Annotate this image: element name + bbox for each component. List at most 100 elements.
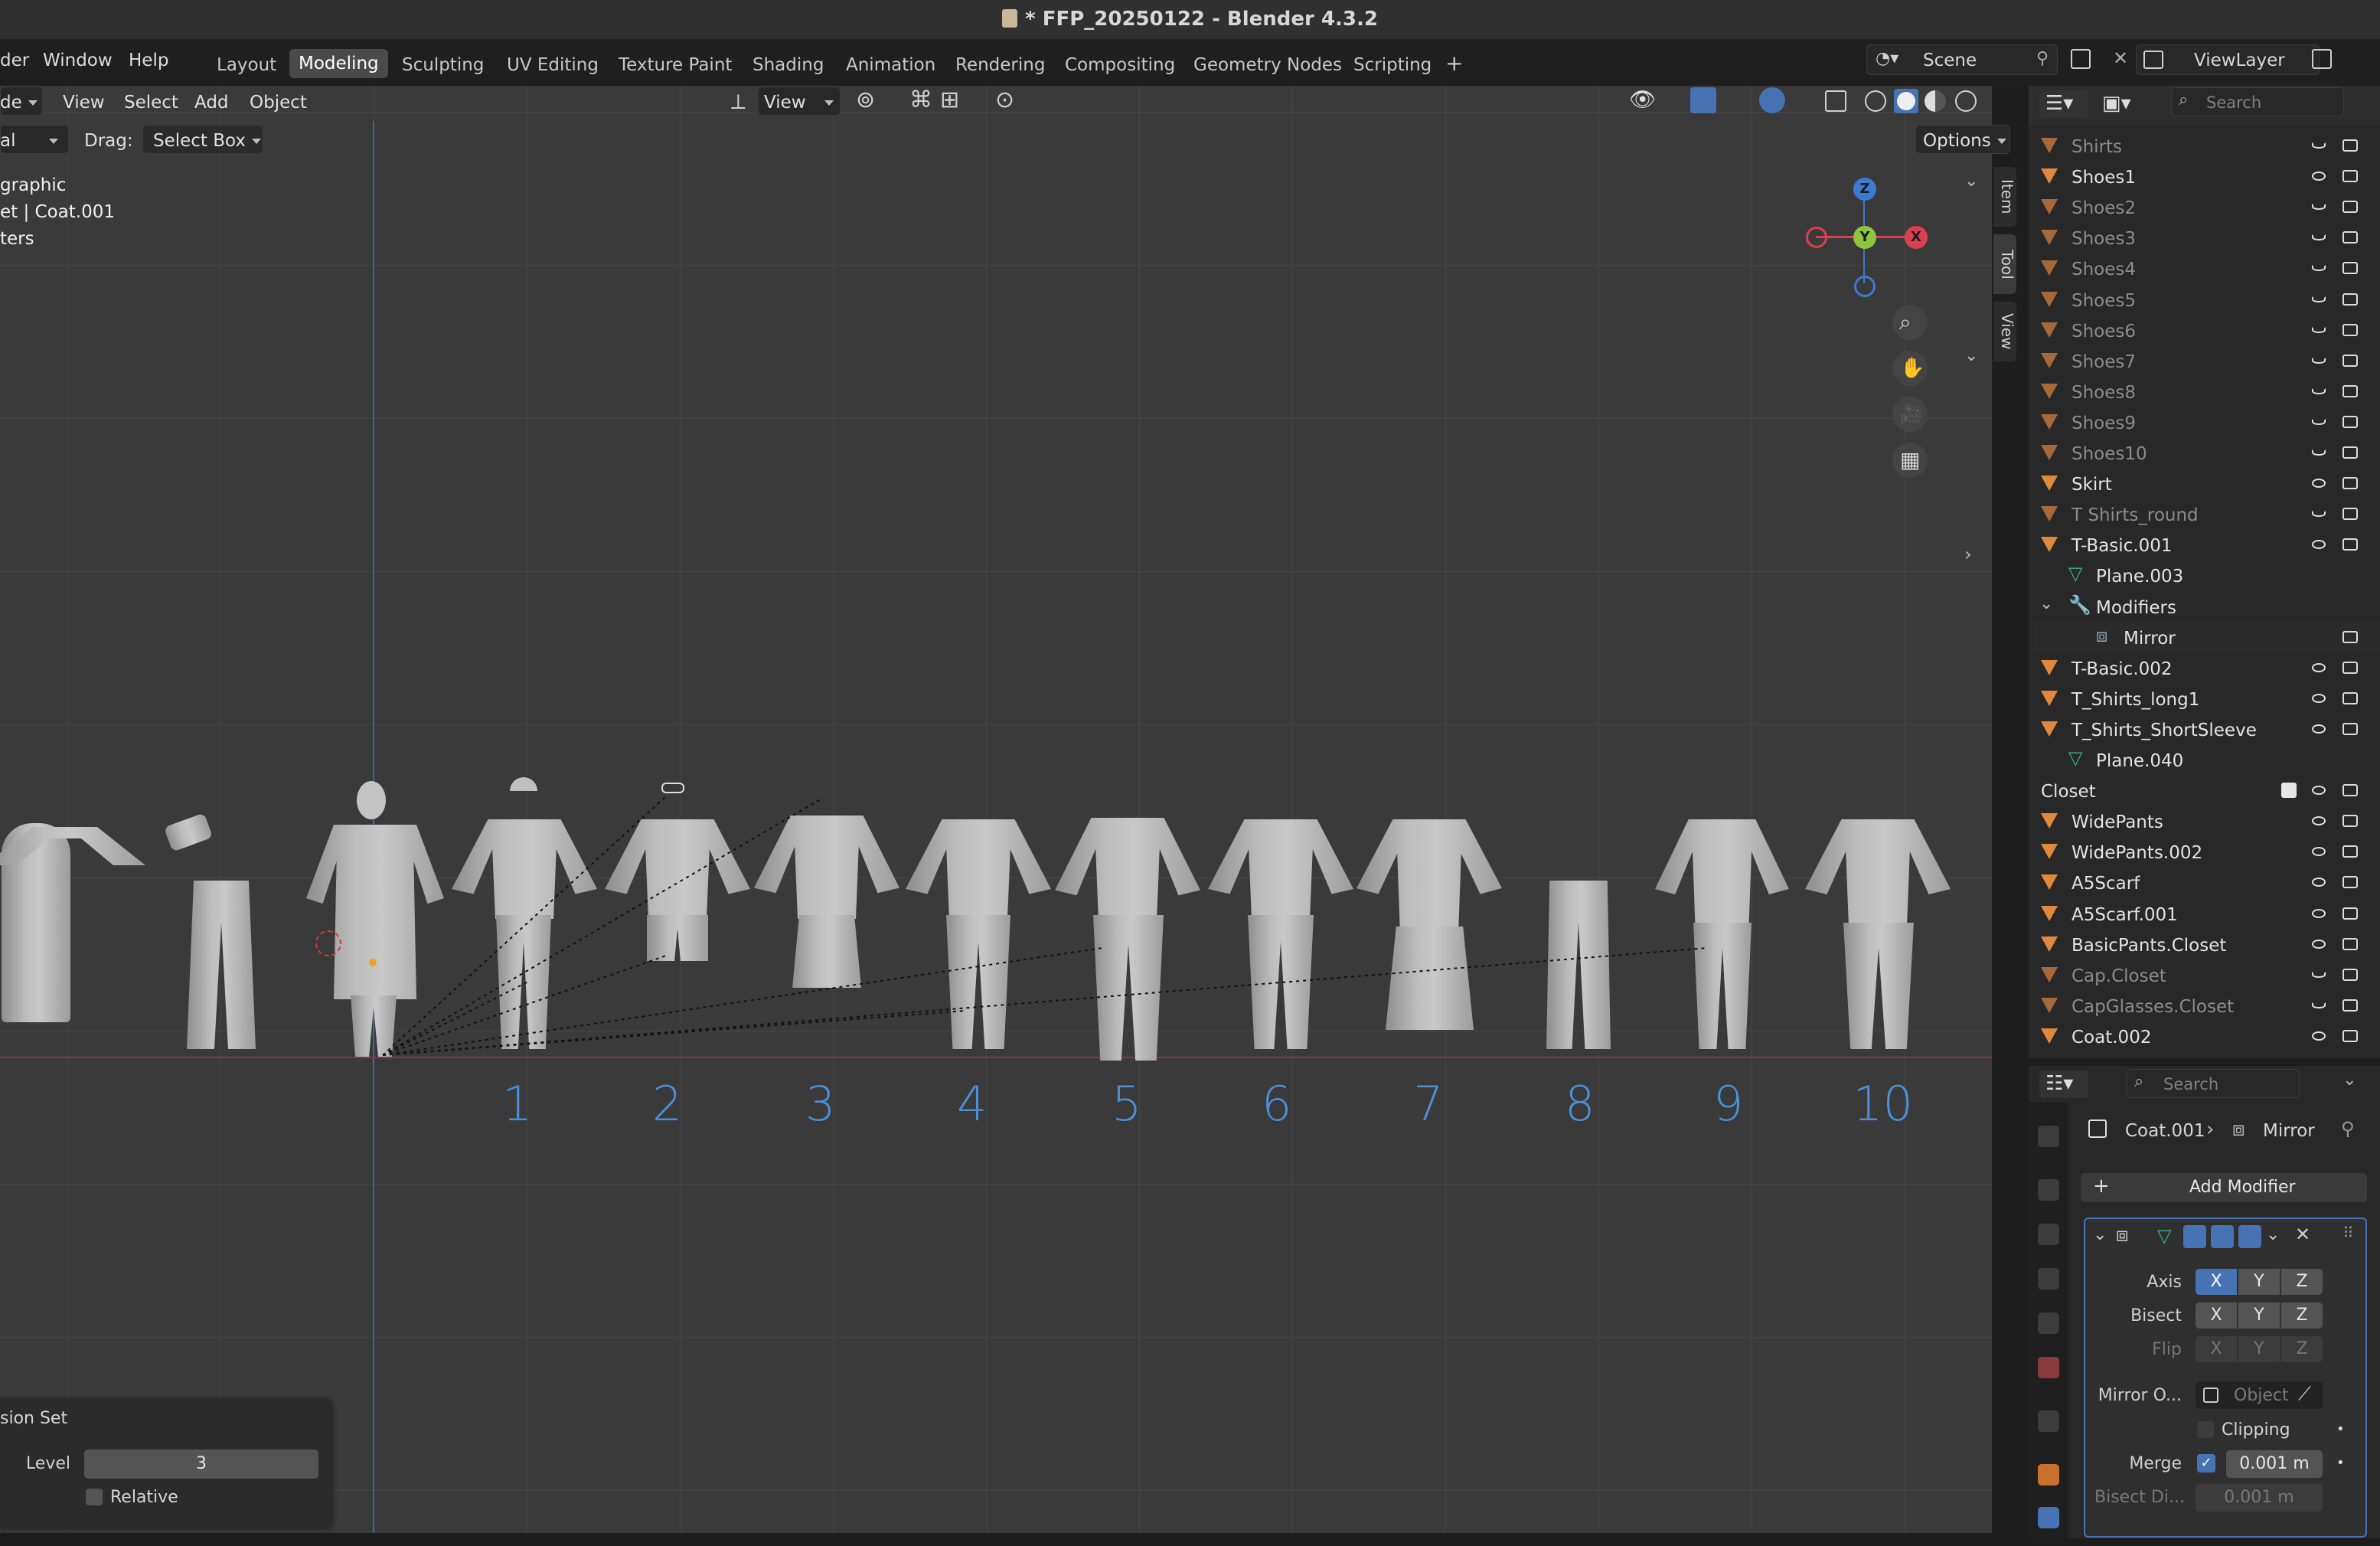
eye-closed-icon[interactable] — [2312, 449, 2326, 456]
scene-tab-icon[interactable] — [2038, 1312, 2059, 1334]
viewport-display-toggle-icon[interactable] — [2211, 1225, 2234, 1248]
bisect-distance-field[interactable]: 0.001 m — [2196, 1484, 2323, 1512]
eye-icon[interactable] — [2312, 479, 2326, 488]
render-camera-icon[interactable] — [2342, 446, 2358, 459]
eye-closed-icon[interactable] — [2312, 419, 2326, 425]
relative-checkbox[interactable] — [86, 1489, 103, 1505]
render-toggle-icon[interactable] — [2238, 1225, 2261, 1248]
collapse-modifier-icon[interactable]: ⌄ — [2093, 1225, 2107, 1244]
render-camera-icon[interactable] — [2342, 784, 2358, 796]
properties-options-icon[interactable]: ⌄ — [2342, 1070, 2356, 1090]
eye-icon[interactable] — [2312, 663, 2326, 672]
outliner-item[interactable] — [2033, 744, 2380, 775]
eye-icon[interactable] — [2312, 724, 2326, 734]
render-camera-icon[interactable] — [2342, 139, 2358, 152]
expand-chevron-icon[interactable]: ⌄ — [2039, 594, 2053, 613]
modifier-tab-icon[interactable] — [2038, 1507, 2059, 1528]
flip-x-toggle[interactable]: X — [2196, 1336, 2237, 1362]
viewlayer-name[interactable]: ViewLayer — [2194, 52, 2285, 70]
collection-checkbox[interactable] — [2281, 783, 2297, 798]
render-camera-icon[interactable] — [2342, 231, 2358, 244]
render-camera-icon[interactable] — [2342, 1030, 2358, 1042]
eyedropper-icon[interactable]: ⟋ — [2298, 1383, 2311, 1404]
render-camera-icon[interactable] — [2342, 815, 2358, 827]
eye-icon[interactable] — [2312, 540, 2326, 549]
render-camera-icon[interactable] — [2342, 262, 2358, 274]
eye-icon[interactable] — [2312, 694, 2326, 703]
area-divider[interactable] — [2029, 1058, 2380, 1066]
tab-tool[interactable]: Tool — [1993, 234, 2016, 294]
edit-mode-toggle-icon[interactable]: ▽ — [2157, 1225, 2171, 1247]
render-camera-icon[interactable] — [2342, 999, 2358, 1012]
world-tab-icon[interactable] — [2038, 1357, 2059, 1378]
eye-closed-icon[interactable] — [2312, 265, 2326, 271]
render-camera-icon[interactable] — [2342, 293, 2358, 306]
delete-scene-icon[interactable]: ✕ — [2113, 47, 2128, 69]
bisect-x-toggle[interactable]: X — [2196, 1302, 2237, 1329]
eye-closed-icon[interactable] — [2312, 511, 2326, 517]
render-camera-icon[interactable] — [2342, 416, 2358, 428]
merge-distance-field[interactable]: 0.001 m — [2226, 1450, 2323, 1478]
merge-keyframe-icon[interactable]: • — [2336, 1455, 2345, 1471]
modifier-menu-icon[interactable]: ⌄ — [2266, 1225, 2280, 1244]
eye-closed-icon[interactable] — [2312, 142, 2326, 149]
level-field[interactable]: 3 — [84, 1450, 318, 1479]
eye-icon[interactable] — [2312, 1031, 2326, 1041]
tab-item[interactable]: Item — [1993, 167, 2016, 227]
view-layer-tab-icon[interactable] — [2038, 1268, 2059, 1289]
clipping-checkbox[interactable] — [2197, 1421, 2214, 1438]
render-camera-icon[interactable] — [2342, 969, 2358, 981]
render-camera-icon[interactable] — [2342, 324, 2358, 336]
remove-modifier-icon[interactable]: ✕ — [2295, 1224, 2310, 1245]
axis-z-toggle[interactable]: Z — [2281, 1269, 2323, 1295]
render-tab-icon[interactable] — [2038, 1179, 2059, 1201]
eye-icon[interactable] — [2312, 878, 2326, 887]
render-camera-icon[interactable] — [2342, 201, 2358, 213]
axis-y-toggle[interactable]: Y — [2238, 1269, 2280, 1295]
eye-icon[interactable] — [2312, 172, 2326, 181]
pin-icon[interactable]: ⚲ — [2036, 49, 2049, 68]
eye-closed-icon[interactable] — [2312, 1002, 2326, 1008]
render-camera-icon[interactable] — [2342, 170, 2358, 182]
render-camera-icon[interactable] — [2342, 938, 2358, 950]
new-viewlayer-icon[interactable] — [2312, 49, 2332, 69]
eye-closed-icon[interactable] — [2312, 234, 2326, 240]
tool-tab-icon[interactable] — [2038, 1126, 2059, 1147]
bisect-y-toggle[interactable]: Y — [2238, 1302, 2280, 1329]
drag-handle-icon[interactable]: ⠿ — [2342, 1224, 2354, 1242]
axis-x-toggle[interactable]: X — [2196, 1269, 2237, 1295]
new-scene-icon[interactable] — [2071, 49, 2091, 69]
eye-closed-icon[interactable] — [2312, 296, 2326, 302]
render-camera-icon[interactable] — [2342, 538, 2358, 551]
render-camera-icon[interactable] — [2342, 631, 2358, 643]
eye-icon[interactable] — [2312, 909, 2326, 918]
eye-closed-icon[interactable] — [2312, 204, 2326, 210]
render-camera-icon[interactable] — [2342, 907, 2358, 920]
render-camera-icon[interactable] — [2342, 662, 2358, 674]
eye-closed-icon[interactable] — [2312, 388, 2326, 394]
clipping-keyframe-icon[interactable]: • — [2336, 1421, 2345, 1437]
render-camera-icon[interactable] — [2342, 723, 2358, 735]
eye-icon[interactable] — [2312, 816, 2326, 825]
render-camera-icon[interactable] — [2342, 876, 2358, 888]
filter-icon[interactable]: ▣▾ — [2102, 92, 2131, 115]
merge-checkbox[interactable]: ✓ — [2197, 1454, 2215, 1472]
render-camera-icon[interactable] — [2342, 508, 2358, 520]
on-cage-toggle-icon[interactable] — [2183, 1225, 2206, 1248]
object-tab-icon[interactable] — [2038, 1464, 2059, 1486]
eye-icon[interactable] — [2312, 786, 2326, 795]
collection-tab-icon[interactable] — [2038, 1410, 2059, 1432]
tab-view[interactable]: View — [1993, 302, 2016, 361]
outliner-item[interactable] — [2033, 622, 2380, 652]
flip-y-toggle[interactable]: Y — [2238, 1336, 2280, 1362]
eye-closed-icon[interactable] — [2312, 972, 2326, 978]
eye-closed-icon[interactable] — [2312, 327, 2326, 333]
flip-z-toggle[interactable]: Z — [2281, 1336, 2323, 1362]
render-camera-icon[interactable] — [2342, 355, 2358, 367]
eye-closed-icon[interactable] — [2312, 358, 2326, 364]
pin-properties-icon[interactable]: ⚲ — [2341, 1118, 2355, 1139]
outliner-item[interactable] — [2033, 560, 2380, 590]
bisect-z-toggle[interactable]: Z — [2281, 1302, 2323, 1329]
render-camera-icon[interactable] — [2342, 845, 2358, 858]
render-camera-icon[interactable] — [2342, 385, 2358, 397]
